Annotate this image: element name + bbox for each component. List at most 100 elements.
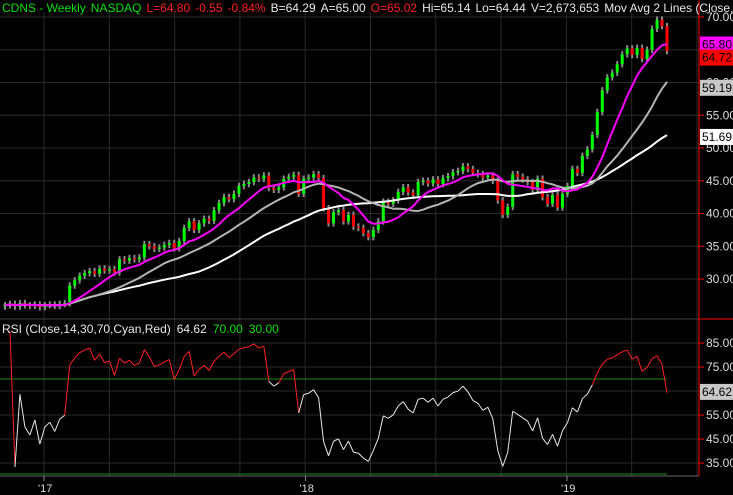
stock-chart[interactable]: 70.0065.0060.0055.0050.0045.0040.0035.00… — [0, 0, 733, 495]
rsi-upper-level: 70.00 — [212, 322, 243, 336]
rsi-segment — [64, 364, 71, 416]
candle-up — [590, 134, 594, 150]
candle-up — [461, 166, 465, 171]
chart-canvas[interactable]: 70.0065.0060.0055.0050.0045.0040.0035.00… — [0, 0, 733, 495]
rsi-segment — [576, 398, 583, 413]
rsi-segment — [213, 355, 220, 362]
candle-up — [560, 193, 564, 208]
candle-down — [466, 166, 470, 169]
rsi-segment — [492, 418, 499, 451]
candle-up — [625, 48, 629, 55]
candle-down — [361, 227, 365, 234]
candle-up — [511, 174, 515, 207]
candle-up — [287, 176, 291, 179]
candle-up — [232, 193, 236, 200]
rsi-segment — [183, 351, 190, 357]
rsi-segment — [303, 392, 309, 396]
candle-down — [426, 180, 430, 184]
rsi-segment — [353, 451, 359, 454]
rsi-segment — [537, 417, 544, 439]
rsi-lower-level: 30.00 — [248, 322, 279, 336]
candle-down — [341, 210, 345, 222]
rsi-segment — [119, 357, 125, 364]
rsi-segment — [258, 345, 265, 349]
rsi-segment — [138, 349, 145, 364]
candle-up — [182, 227, 186, 242]
candle-up — [451, 172, 455, 177]
rsi-segment — [596, 363, 603, 374]
rsi-segment — [188, 351, 195, 376]
candle-up — [247, 182, 251, 185]
rsi-segment — [208, 361, 215, 371]
rsi-label[interactable]: RSI (Close,14,30,70,Cyan,Red) — [2, 322, 171, 336]
rsi-segment — [178, 356, 185, 370]
candle-up — [302, 178, 306, 194]
last-close-value-tag: 64.72 — [702, 51, 732, 65]
rsi-segment — [263, 345, 270, 382]
candle-up — [655, 19, 659, 29]
rsi-segment — [557, 430, 563, 447]
volume-value: V=2,673,653 — [530, 1, 600, 15]
candle-up — [580, 155, 584, 173]
rsi-segment — [631, 355, 638, 360]
candle-up — [167, 242, 171, 245]
rsi-segment — [223, 351, 230, 358]
rsi-segment — [59, 414, 66, 420]
rsi-segment — [512, 410, 518, 415]
rsi-segment — [636, 356, 643, 372]
rsi-segment — [622, 349, 628, 353]
candle-down — [257, 177, 261, 179]
rsi-segment — [427, 397, 434, 403]
candle-up — [401, 187, 405, 192]
rsi-segment — [243, 346, 250, 349]
rsi-tick-label: 35.00 — [706, 456, 733, 470]
candle-down — [152, 246, 156, 249]
rsi-segment — [402, 401, 409, 410]
rsi-value: 64.62 — [176, 322, 207, 336]
study-label[interactable]: Mov Avg 2 Lines (Close,20 ... — [604, 1, 733, 15]
candle-up — [610, 72, 614, 78]
candle-up — [187, 221, 191, 228]
candle-down — [132, 258, 136, 260]
rsi-segment — [79, 349, 85, 354]
candle-down — [93, 271, 97, 274]
candle-up — [486, 175, 490, 178]
candle-up — [456, 170, 460, 173]
rsi-segment — [347, 440, 354, 453]
rsi-segment — [397, 401, 404, 407]
candle-up — [242, 184, 246, 186]
rsi-segment — [601, 358, 608, 365]
candle-up — [650, 28, 654, 50]
candle-up — [98, 268, 102, 274]
candle-up — [137, 257, 141, 260]
candle-up — [332, 212, 336, 224]
candle-up — [202, 218, 206, 224]
price-tick-label: 45.00 — [706, 174, 733, 188]
candle-up — [277, 187, 281, 190]
rsi-segment — [268, 380, 275, 387]
rsi-segment — [318, 397, 325, 442]
rsi-segment — [497, 450, 504, 467]
rsi-segment — [134, 362, 140, 366]
candle-up — [645, 49, 649, 59]
candle-up — [506, 206, 510, 215]
rsi-segment — [84, 347, 90, 351]
candle-down — [501, 200, 505, 215]
price-tick-label: 35.00 — [706, 239, 733, 253]
high-price: Hi=65.14 — [422, 1, 471, 15]
candle-up — [78, 275, 82, 281]
candle-up — [381, 201, 385, 222]
candle-up — [222, 197, 226, 204]
candle-up — [346, 214, 350, 222]
candle-up — [212, 210, 216, 221]
rsi-segment — [14, 394, 21, 468]
rsi-segment — [641, 366, 648, 372]
rsi-segment — [168, 359, 175, 380]
rsi-segment — [298, 394, 305, 413]
rsi-segment — [651, 355, 658, 360]
rsi-segment — [193, 369, 200, 377]
rsi-segment — [392, 405, 399, 416]
candle-up — [336, 210, 340, 213]
rsi-segment — [412, 399, 419, 414]
open-price: O=65.02 — [370, 1, 418, 15]
